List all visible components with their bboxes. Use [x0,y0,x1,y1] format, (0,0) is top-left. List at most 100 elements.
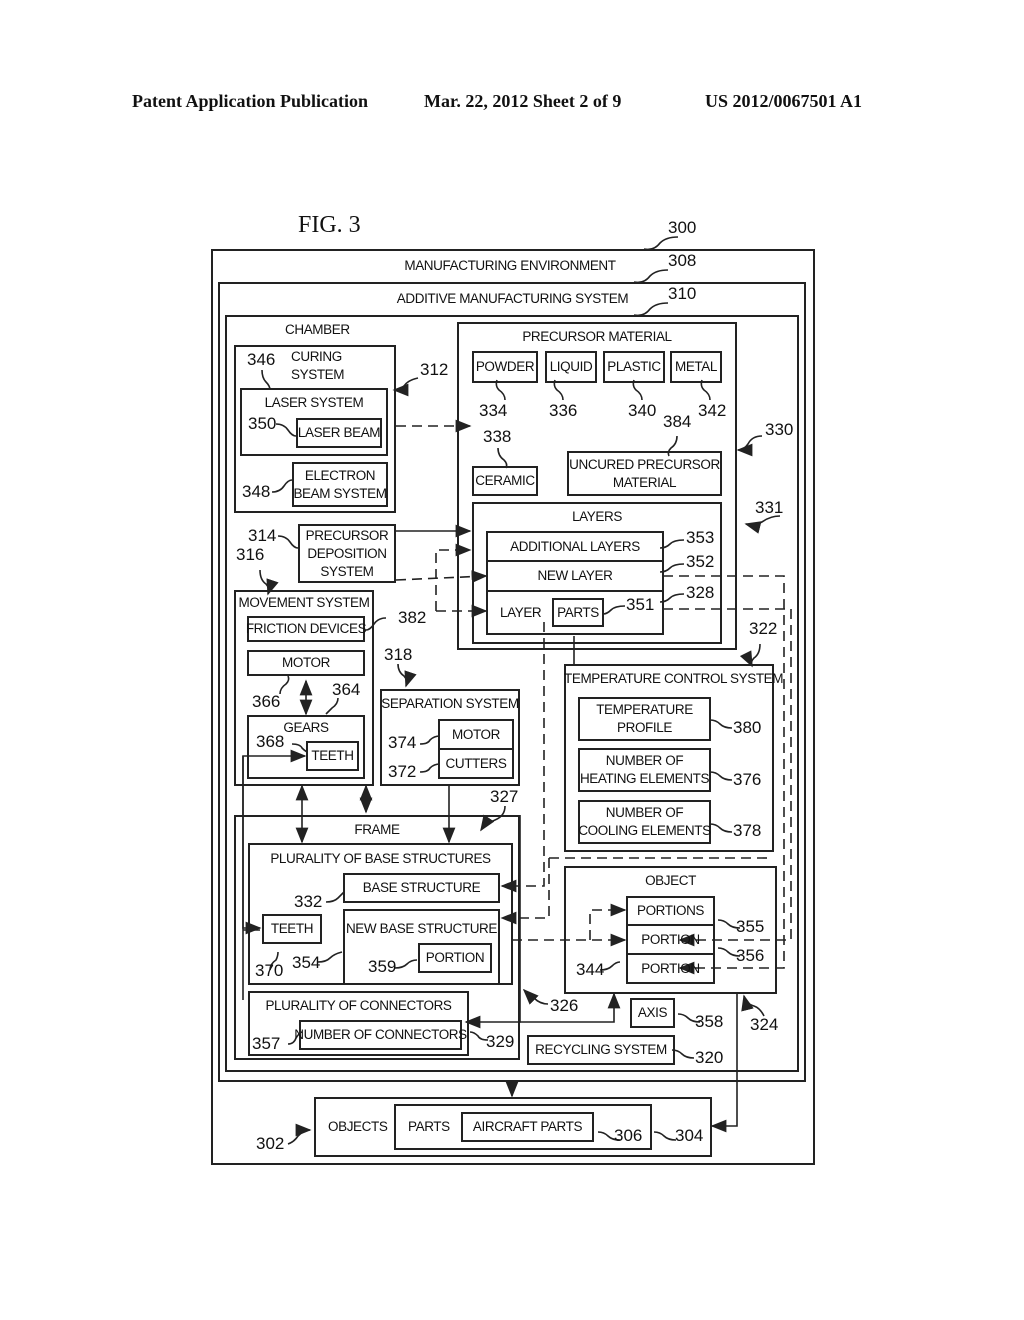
temperature-profile-box: TEMPERATURE PROFILE [578,697,711,741]
electron-line1: ELECTRON [304,467,376,483]
ref-359: 359 [368,957,397,976]
figure-title: FIG. 3 [298,212,361,238]
ref-350: 350 [248,414,277,433]
laser-beam-box: LASER BEAM [296,418,382,448]
ref-378: 378 [733,821,762,840]
teeth-frame-box: TEETH [262,914,322,944]
ref-357: 357 [252,1034,281,1053]
ref-322: 322 [749,619,778,638]
ref-318: 318 [384,645,413,664]
ref-353: 353 [686,528,715,547]
manufacturing-environment-label: MANUFACTURING ENVIRONMENT [404,258,616,273]
ref-356: 356 [736,946,765,965]
ref-344: 344 [576,960,605,979]
ref-331: 331 [755,498,784,517]
precursor-deposition-system-box: PRECURSOR DEPOSITION SYSTEM [298,524,396,583]
ref-380: 380 [733,718,762,737]
ref-329: 329 [486,1032,515,1051]
ref-336: 336 [549,401,578,420]
portions-box: PORTIONS [626,896,715,926]
axis-box: AXIS [630,998,675,1028]
ref-372: 372 [388,762,417,781]
uncured-line1: UNCURED PRECURSOR [569,456,720,472]
ref-346: 346 [247,350,276,369]
temperature-control-system-label: TEMPERATURE CONTROL SYSTEM [564,671,784,686]
portion-mid-box: PORTION [626,924,715,955]
portion-bottom-box: PORTION [626,953,715,984]
laser-system-label: LASER SYSTEM [264,395,364,410]
cutters-box: CUTTERS [438,748,514,779]
chamber-label: CHAMBER [285,322,350,337]
recycling-system-box: RECYCLING SYSTEM [527,1035,675,1065]
ref-330: 330 [765,420,794,439]
additive-manufacturing-system-label: ADDITIVE MANUFACTURING SYSTEM [396,291,629,306]
leader-300 [643,236,679,251]
ref-300: 300 [668,218,697,237]
ref-320: 320 [695,1048,724,1067]
curing-line2: SYSTEM [291,367,345,382]
tp-line2: PROFILE [617,720,672,735]
pds-line1: PRECURSOR [305,527,389,543]
ceramic-box: CERAMIC [472,466,538,496]
layer-label: LAYER [500,605,542,620]
motor-separation-box: MOTOR [438,719,514,750]
metal-box: METAL [670,351,722,383]
ref-351: 351 [626,595,655,614]
ref-304: 304 [675,1126,704,1145]
publication-label: Patent Application Publication [132,91,369,111]
cooling-elements-box: NUMBER OF COOLING ELEMENTS [578,800,711,844]
ref-340: 340 [628,401,657,420]
ref-326: 326 [550,996,579,1015]
teeth-gears-box: TEETH [306,741,359,771]
ref-358: 358 [695,1012,724,1031]
ref-338: 338 [483,427,512,446]
uncured-precursor-material-box: UNCURED PRECURSOR MATERIAL [567,451,722,496]
object-label: OBJECT [645,873,696,888]
new-base-structure-label: NEW BASE STRUCTURE [345,921,498,936]
ref-332: 332 [294,892,323,911]
separation-system-label: SEPARATION SYSTEM [381,696,519,711]
electron-line2: BEAM SYSTEM [293,485,387,501]
ce-line1: NUMBER OF [605,805,684,820]
ref-366: 366 [252,692,281,711]
ref-354: 354 [292,953,321,972]
tp-line1: TEMPERATURE [596,702,693,717]
pds-line3: SYSTEM [320,563,374,579]
uncured-line2: MATERIAL [612,474,677,490]
liquid-box: LIQUID [545,351,597,383]
ref-327: 327 [490,787,519,806]
movement-system-label: MOVEMENT SYSTEM [238,595,370,610]
plastic-box: PLASTIC [603,351,665,383]
precursor-material-label: PRECURSOR MATERIAL [522,329,672,344]
ref-324: 324 [750,1015,779,1034]
ref-382: 382 [398,608,427,627]
ce-line2: COOLING ELEMENTS [578,823,711,838]
ref-334: 334 [479,401,508,420]
electron-beam-system-box: ELECTRON BEAM SYSTEM [292,462,388,507]
ref-302: 302 [256,1134,285,1153]
layers-label: LAYERS [572,509,622,524]
ref-308: 308 [668,251,697,270]
curing-line1: CURING [291,349,342,364]
friction-devices-box: FRICTION DEVICES [246,616,367,642]
ref-374: 374 [388,733,417,752]
ref-342: 342 [698,401,727,420]
ref-364: 364 [332,680,361,699]
ref-316: 316 [236,545,265,564]
base-structure-box: BASE STRUCTURE [343,873,500,903]
ref-348: 348 [242,482,271,501]
frame-label: FRAME [354,822,400,837]
heating-elements-box: NUMBER OF HEATING ELEMENTS [578,748,711,792]
ref-368: 368 [256,732,285,751]
objects-label: OBJECTS [328,1119,388,1134]
number-connectors-box: NUMBER OF CONNECTORS [294,1020,467,1050]
pds-line2: DEPOSITION [307,545,387,561]
plurality-base-structures-label: PLURALITY OF BASE STRUCTURES [270,851,491,866]
ref-310: 310 [668,284,697,303]
ref-384: 384 [663,412,692,431]
ref-306: 306 [614,1126,643,1145]
ref-314: 314 [248,526,277,545]
additional-layers-box: ADDITIONAL LAYERS [486,531,664,562]
ref-376: 376 [733,770,762,789]
he-line1: NUMBER OF [605,753,684,768]
